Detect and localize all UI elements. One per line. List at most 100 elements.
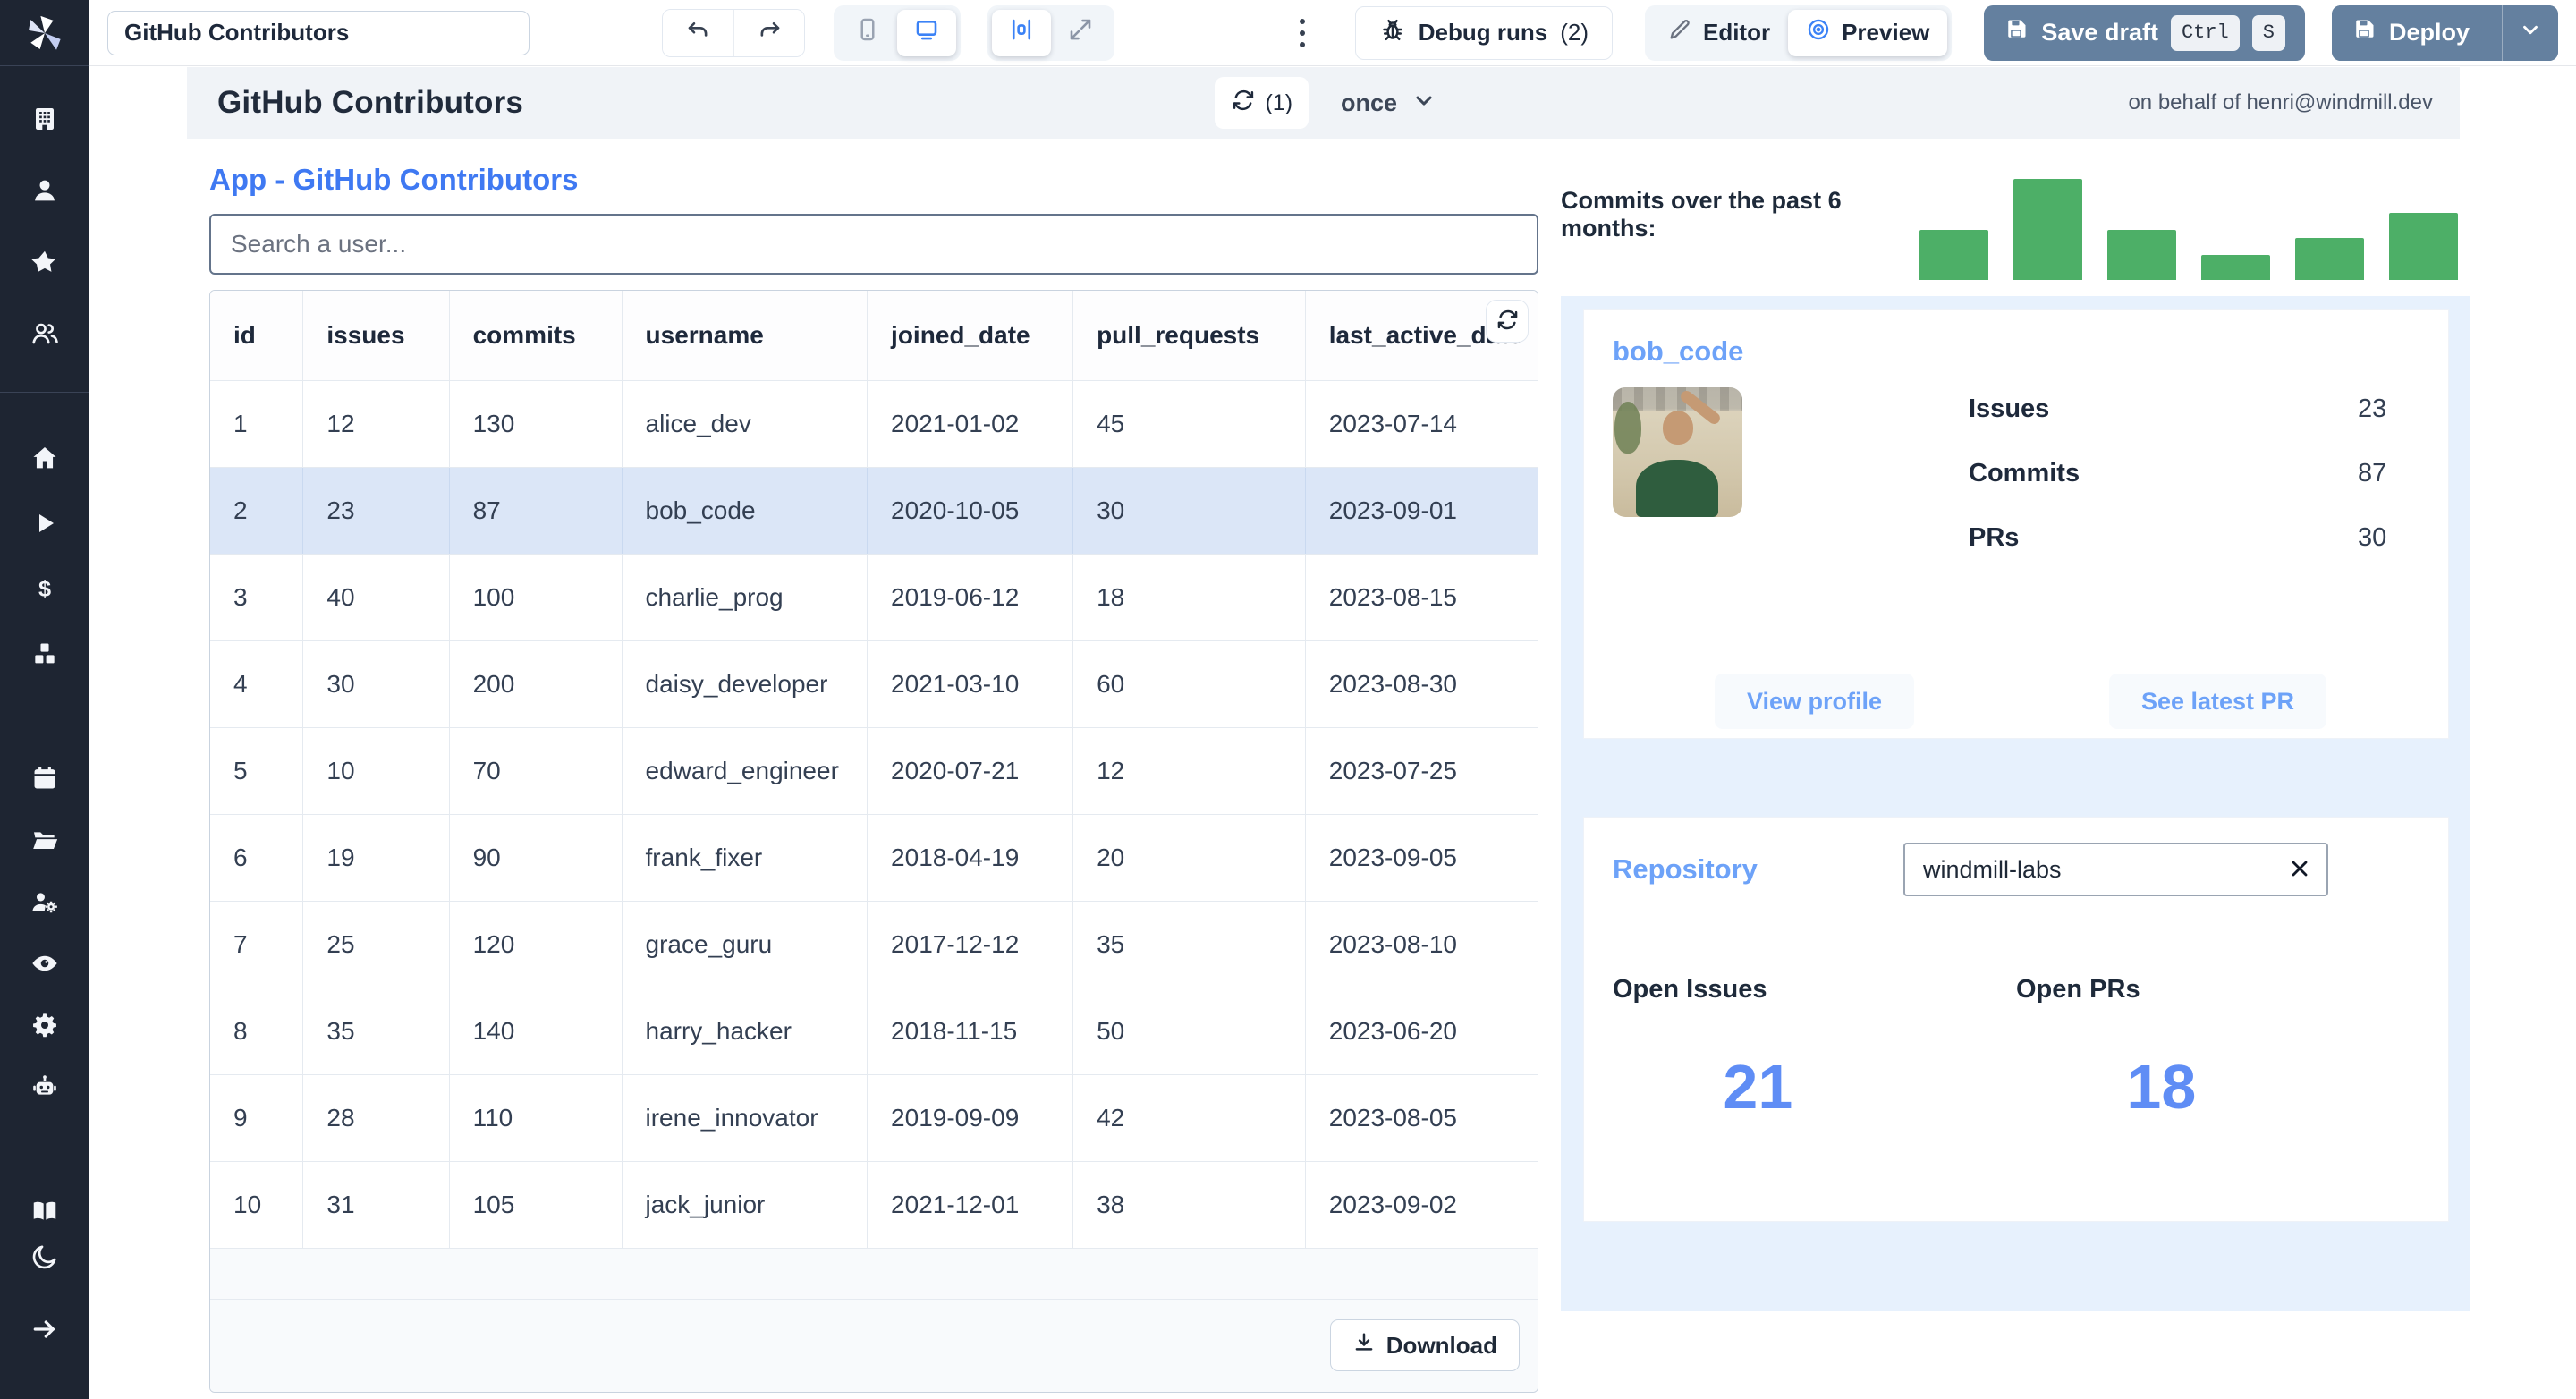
table-cell: 2023-09-05	[1305, 814, 1538, 902]
table-cell: 140	[449, 988, 623, 1075]
column-header-issues[interactable]: issues	[302, 291, 450, 381]
sidebar-item-cubes[interactable]	[30, 640, 60, 671]
refresh-icon	[1231, 88, 1256, 119]
table-row[interactable]: 1 12 130 alice_dev 2021-01-02 45 2023-07-14	[210, 380, 1538, 468]
table-cell: 2023-07-25	[1305, 727, 1538, 815]
table-row[interactable]: 3 40 100 charlie_prog 2019-06-12 18 2023-08-15	[210, 554, 1538, 641]
debug-runs-button[interactable]: Debug runs (2)	[1354, 5, 1613, 60]
table-cell: 6	[210, 814, 304, 902]
sidebar-item-star[interactable]	[30, 249, 60, 279]
sidebar-item-user-cog[interactable]	[30, 888, 60, 919]
windmill-logo[interactable]	[0, 0, 89, 66]
repository-input[interactable]	[1903, 843, 2328, 896]
commit-bar	[1919, 230, 1988, 280]
mobile-view-button[interactable]	[838, 10, 897, 56]
see-latest-pr-button[interactable]: See latest PR	[2108, 674, 2327, 729]
save-draft-label: Save draft	[2041, 19, 2158, 46]
top-toolbar: Debug runs (2) Editor Preview	[89, 0, 2576, 66]
download-button[interactable]: Download	[1329, 1319, 1520, 1371]
user-card-title: bob_code	[1613, 335, 1744, 367]
table-cell: 105	[449, 1161, 623, 1249]
sidebar-item-folder[interactable]	[30, 827, 60, 857]
page-title: App - GitHub Contributors	[209, 163, 579, 196]
table-row[interactable]: 4 30 200 daisy_developer 2021-03-10 60 2023-08…	[210, 640, 1538, 728]
align-center-button[interactable]	[992, 9, 1051, 56]
table-cell: 10	[210, 1161, 304, 1249]
expand-button[interactable]	[1051, 10, 1110, 56]
sidebar-item-dollar[interactable]: $	[30, 575, 60, 606]
save-icon	[2004, 17, 2029, 48]
table-cell: 19	[302, 814, 450, 902]
book-icon	[30, 1197, 59, 1230]
column-header-commits[interactable]: commits	[449, 291, 623, 381]
calendar-icon	[30, 764, 59, 797]
commits-bar-chart	[1919, 149, 2470, 280]
table-row[interactable]: 5 10 70 edward_engineer 2020-07-21 12 2023-07-…	[210, 727, 1538, 815]
editor-label: Editor	[1702, 19, 1771, 46]
app-title-input[interactable]	[107, 10, 530, 55]
sidebar-item-play[interactable]	[30, 510, 60, 540]
clear-input-button[interactable]	[2280, 850, 2319, 889]
sidebar-item-gear[interactable]	[30, 1012, 60, 1042]
column-header-username[interactable]: username	[622, 291, 869, 381]
sidebar-item-eye[interactable]	[30, 950, 60, 980]
column-header-pull_requests[interactable]: pull_requests	[1072, 291, 1306, 381]
table-cell: 18	[1072, 554, 1306, 641]
schedule-dropdown[interactable]: once	[1341, 88, 1436, 119]
detail-panel: bob_code Issues 23 Commits 87 PRs 30 View pro…	[1561, 296, 2470, 1311]
redo-button[interactable]	[733, 9, 804, 56]
sidebar-item-user[interactable]	[30, 177, 60, 208]
table-cell: 42	[1072, 1074, 1306, 1162]
sidebar-item-calendar[interactable]	[30, 765, 60, 795]
table-cell: edward_engineer	[622, 727, 869, 815]
arrow-right-icon	[30, 1315, 59, 1348]
save-draft-button[interactable]: Save draft Ctrl S	[1984, 4, 2305, 61]
table-row[interactable]: 9 28 110 irene_innovator 2019-09-09 42 2023-08…	[210, 1074, 1538, 1162]
app-refresh-button[interactable]: (1)	[1215, 77, 1309, 129]
table-cell: irene_innovator	[622, 1074, 869, 1162]
table-cell: 1	[210, 380, 304, 468]
kebab-menu-icon[interactable]	[1287, 11, 1318, 55]
deploy-split-button: Deploy	[2331, 4, 2558, 61]
deploy-dropdown-button[interactable]	[2502, 4, 2558, 61]
undo-icon	[685, 18, 712, 47]
table-cell: 2021-01-02	[867, 380, 1074, 468]
table-cell: 3	[210, 554, 304, 641]
layout-toggle	[987, 4, 1114, 61]
sidebar-item-moon[interactable]	[30, 1243, 60, 1274]
search-input[interactable]	[209, 214, 1538, 275]
monitor-icon	[913, 16, 940, 49]
table-footer: Download	[210, 1298, 1538, 1392]
table-cell: 100	[449, 554, 623, 641]
column-header-id[interactable]: id	[210, 291, 304, 381]
table-cell: 90	[449, 814, 623, 902]
preview-tab[interactable]: Preview	[1788, 9, 1948, 56]
table-row[interactable]: 8 35 140 harry_hacker 2018-11-15 50 2023-06-20	[210, 988, 1538, 1075]
table-cell: daisy_developer	[622, 640, 869, 728]
sidebar: $	[0, 0, 89, 1399]
table-row[interactable]: 6 19 90 frank_fixer 2018-04-19 20 2023-09-05	[210, 814, 1538, 902]
table-refresh-button[interactable]	[1486, 300, 1529, 343]
table-cell: 87	[449, 467, 623, 555]
table-cell: 2020-07-21	[867, 727, 1074, 815]
table-cell: bob_code	[622, 467, 869, 555]
user-stat-row: Issues 23	[1969, 394, 2419, 424]
table-row[interactable]: 2 23 87 bob_code 2020-10-05 30 2023-09-01	[210, 467, 1538, 555]
sidebar-item-arrow-right[interactable]	[30, 1316, 60, 1346]
table-row[interactable]: 10 31 105 jack_junior 2021-12-01 38 2023-09-02	[210, 1161, 1538, 1249]
table-cell: 2021-12-01	[867, 1161, 1074, 1249]
sidebar-item-home[interactable]	[30, 445, 60, 475]
sidebar-item-bot[interactable]	[30, 1073, 60, 1104]
stat-label: Issues	[1969, 394, 2050, 423]
deploy-button[interactable]: Deploy	[2331, 4, 2489, 61]
sidebar-item-users[interactable]	[30, 320, 60, 351]
table-cell: 4	[210, 640, 304, 728]
editor-tab[interactable]: Editor	[1649, 10, 1788, 56]
column-header-joined_date[interactable]: joined_date	[867, 291, 1074, 381]
view-profile-button[interactable]: View profile	[1714, 674, 1915, 729]
undo-button[interactable]	[663, 9, 733, 56]
sidebar-item-building[interactable]	[30, 106, 60, 136]
desktop-view-button[interactable]	[897, 9, 956, 56]
table-row[interactable]: 7 25 120 grace_guru 2017-12-12 35 2023-08-10	[210, 901, 1538, 988]
sidebar-item-book[interactable]	[30, 1198, 60, 1228]
